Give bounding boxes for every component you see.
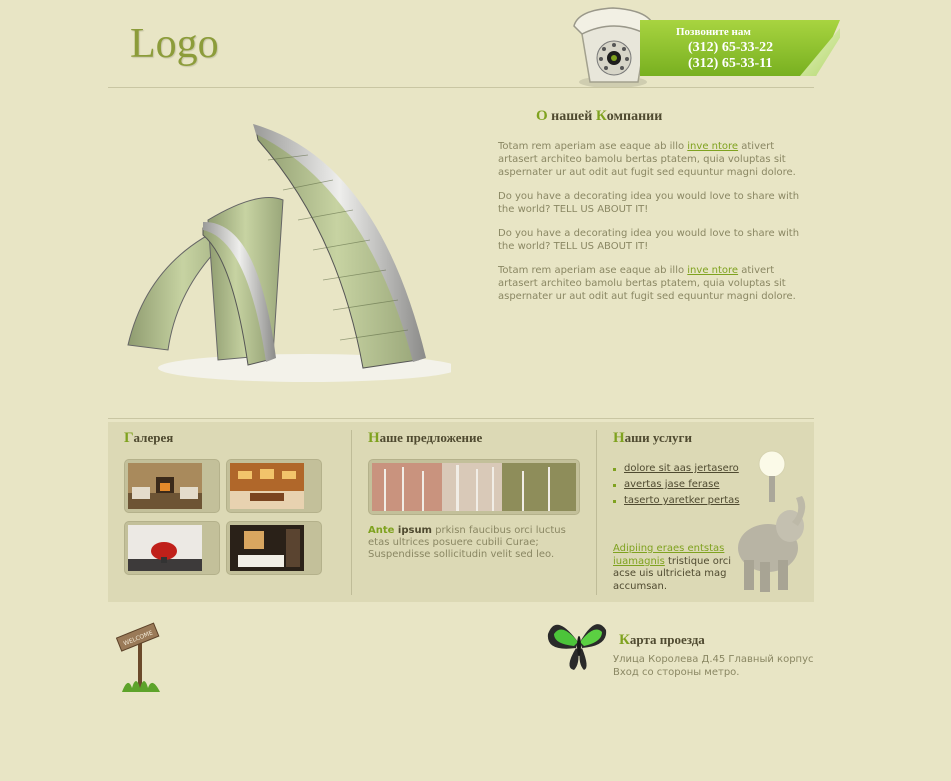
map-address-line-2: Вход со стороны метро. <box>613 667 740 678</box>
about-title: О нашей Компании <box>536 108 663 124</box>
forest-image <box>372 463 576 511</box>
header-divider <box>108 87 814 88</box>
phone-number-1: (312) 65-33-22 <box>688 40 774 55</box>
inventore-link[interactable]: inve ntore <box>687 141 738 152</box>
site-logo[interactable]: Logo <box>130 20 219 68</box>
about-paragraph-2: Do you have a decorating idea you would … <box>498 191 800 215</box>
map-address: Улица Королева Д.45 Главный корпус Вход … <box>613 653 823 679</box>
elephant-lamp-image <box>738 450 806 592</box>
gallery-thumb-3[interactable] <box>124 521 220 575</box>
building-illustration <box>127 124 451 382</box>
column-divider-1 <box>351 430 352 595</box>
map-address-line-1: Улица Королева Д.45 Главный корпус <box>613 654 814 665</box>
column-divider-2 <box>596 430 597 595</box>
about-paragraph-3: Do you have a decorating idea you would … <box>498 228 800 252</box>
living-room-image <box>128 463 202 509</box>
section-divider <box>108 418 814 419</box>
map-title: Карта проезда <box>619 632 705 648</box>
offer-text: Ante ipsum prkisn faucibus orci luctus e… <box>368 525 566 560</box>
gallery-thumb-1[interactable] <box>124 459 220 513</box>
about-paragraph-1: Totam rem aperiam ase eaque ab illo inve… <box>498 141 796 178</box>
service-link-2[interactable]: avertas jase ferase <box>612 477 752 493</box>
service-link-1[interactable]: dolore sit aas jertasero <box>612 461 752 477</box>
offer-image-frame[interactable] <box>368 459 580 515</box>
inventore-link-2[interactable]: inve ntore <box>687 265 738 276</box>
gallery-thumb-4[interactable] <box>226 521 322 575</box>
services-text: Adipiing eraes entstas iuamagnis tristiq… <box>613 543 731 592</box>
offer-title: Наше предложение <box>368 430 483 446</box>
gallery-thumb-2[interactable] <box>226 459 322 513</box>
bathroom-image <box>230 525 304 571</box>
services-title: Наши услуги <box>613 430 692 446</box>
gallery-title: Галерея <box>124 430 174 446</box>
butterfly-image <box>547 624 607 670</box>
armchair-image <box>128 525 202 571</box>
phone-number-2: (312) 65-33-11 <box>688 56 773 71</box>
services-list: dolore sit aas jertasero avertas jase fe… <box>612 461 752 509</box>
welcome-sign-image: WELCOME <box>116 622 160 692</box>
service-link-3[interactable]: taserto yaretker pertas <box>612 493 752 509</box>
kitchen-image <box>230 463 304 509</box>
phone-title: Позвоните нам <box>676 26 751 38</box>
about-paragraph-4: Totam rem aperiam ase eaque ab illo inve… <box>498 265 796 302</box>
